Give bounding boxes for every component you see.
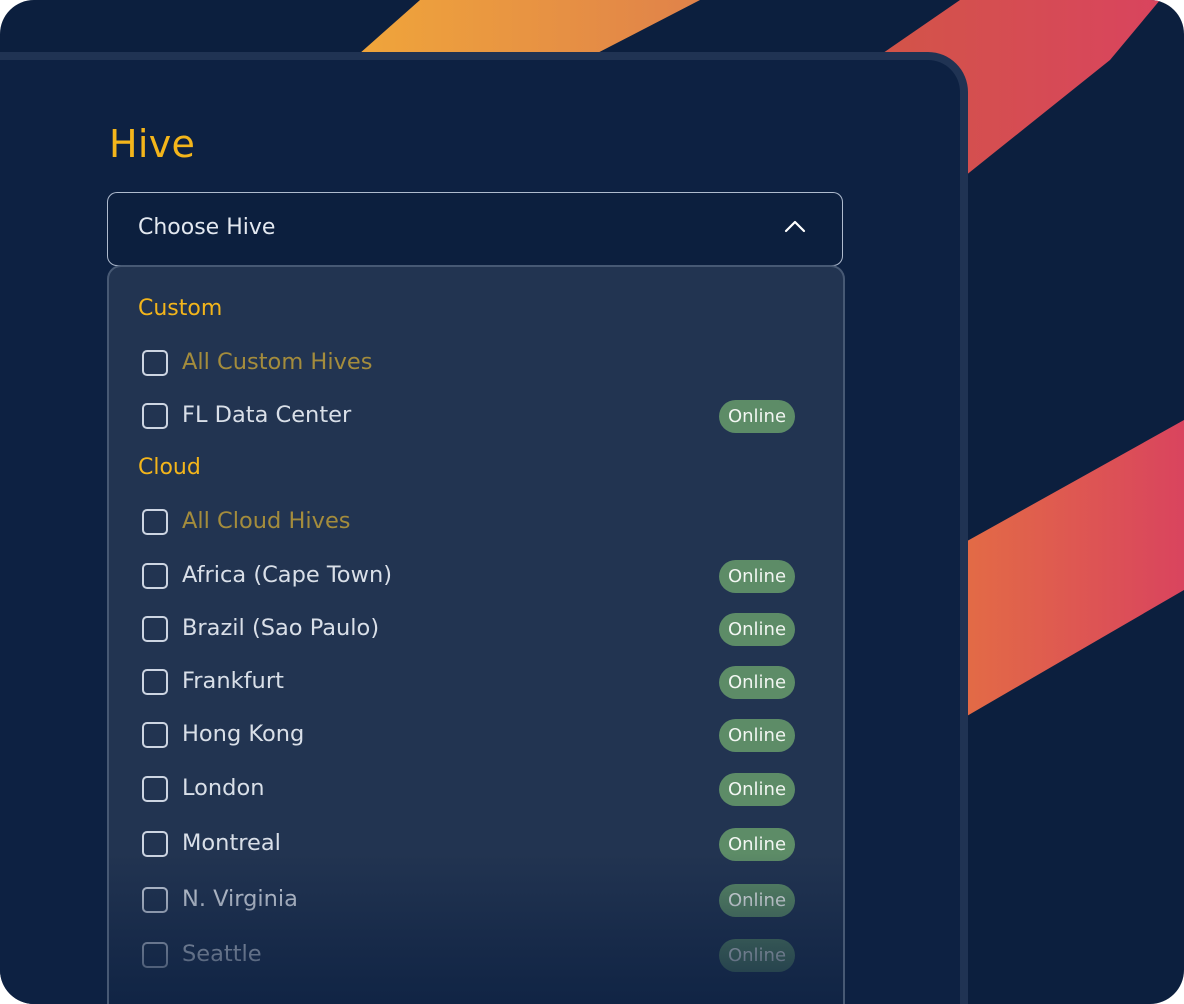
option-label: Montreal xyxy=(182,830,281,856)
app-frame: Hive Choose Hive Custom All Custom Hives… xyxy=(0,0,1184,1004)
status-badge: Online xyxy=(719,400,795,433)
option-label: N. Virginia xyxy=(182,886,298,912)
hive-panel: Hive Choose Hive Custom All Custom Hives… xyxy=(0,52,968,1004)
checkbox-icon[interactable] xyxy=(142,722,168,748)
option-brazil-sao-paulo[interactable]: Brazil (Sao Paulo) Online xyxy=(140,609,800,649)
checkbox-icon[interactable] xyxy=(142,831,168,857)
status-badge: Online xyxy=(719,719,795,752)
option-label: Seattle xyxy=(182,941,262,967)
option-label: Africa (Cape Town) xyxy=(182,562,393,588)
hive-title: Hive xyxy=(109,122,196,166)
option-frankfurt[interactable]: Frankfurt Online xyxy=(140,662,800,702)
chevron-up-icon[interactable] xyxy=(784,219,806,233)
checkbox-icon[interactable] xyxy=(142,887,168,913)
status-badge: Online xyxy=(719,828,795,861)
option-label: Frankfurt xyxy=(182,668,284,694)
option-london[interactable]: London Online xyxy=(140,769,800,809)
status-badge: Online xyxy=(719,560,795,593)
status-badge: Online xyxy=(719,613,795,646)
status-badge: Online xyxy=(719,939,795,972)
checkbox-icon[interactable] xyxy=(142,776,168,802)
checkbox-icon[interactable] xyxy=(142,509,168,535)
option-montreal[interactable]: Montreal Online xyxy=(140,824,800,864)
checkbox-icon[interactable] xyxy=(142,350,168,376)
option-n-virginia[interactable]: N. Virginia Online xyxy=(140,880,800,920)
hive-dropdown-list: Custom All Custom Hives FL Data Center O… xyxy=(107,265,845,1004)
checkbox-icon[interactable] xyxy=(142,616,168,642)
checkbox-icon[interactable] xyxy=(142,669,168,695)
stripe-mid xyxy=(960,420,1184,720)
group-label-cloud: Cloud xyxy=(138,455,201,480)
option-label: Hong Kong xyxy=(182,721,305,747)
list-fade-overlay xyxy=(109,853,843,1004)
option-seattle[interactable]: Seattle Online xyxy=(140,935,800,975)
option-fl-data-center[interactable]: FL Data Center Online xyxy=(140,396,800,436)
checkbox-icon[interactable] xyxy=(142,403,168,429)
option-label: FL Data Center xyxy=(182,402,352,428)
checkbox-icon[interactable] xyxy=(142,563,168,589)
option-hong-kong[interactable]: Hong Kong Online xyxy=(140,715,800,755)
option-label: All Custom Hives xyxy=(182,349,373,375)
checkbox-icon[interactable] xyxy=(142,942,168,968)
select-placeholder: Choose Hive xyxy=(138,215,276,240)
group-label-custom: Custom xyxy=(138,296,223,321)
status-badge: Online xyxy=(719,884,795,917)
status-badge: Online xyxy=(719,773,795,806)
option-label: Brazil (Sao Paulo) xyxy=(182,615,380,641)
option-label: All Cloud Hives xyxy=(182,508,351,534)
option-all-custom-hives[interactable]: All Custom Hives xyxy=(140,343,800,383)
option-label: London xyxy=(182,775,265,801)
choose-hive-select[interactable]: Choose Hive xyxy=(107,192,843,266)
status-badge: Online xyxy=(719,666,795,699)
option-all-cloud-hives[interactable]: All Cloud Hives xyxy=(140,502,800,542)
option-africa-cape-town[interactable]: Africa (Cape Town) Online xyxy=(140,556,800,596)
